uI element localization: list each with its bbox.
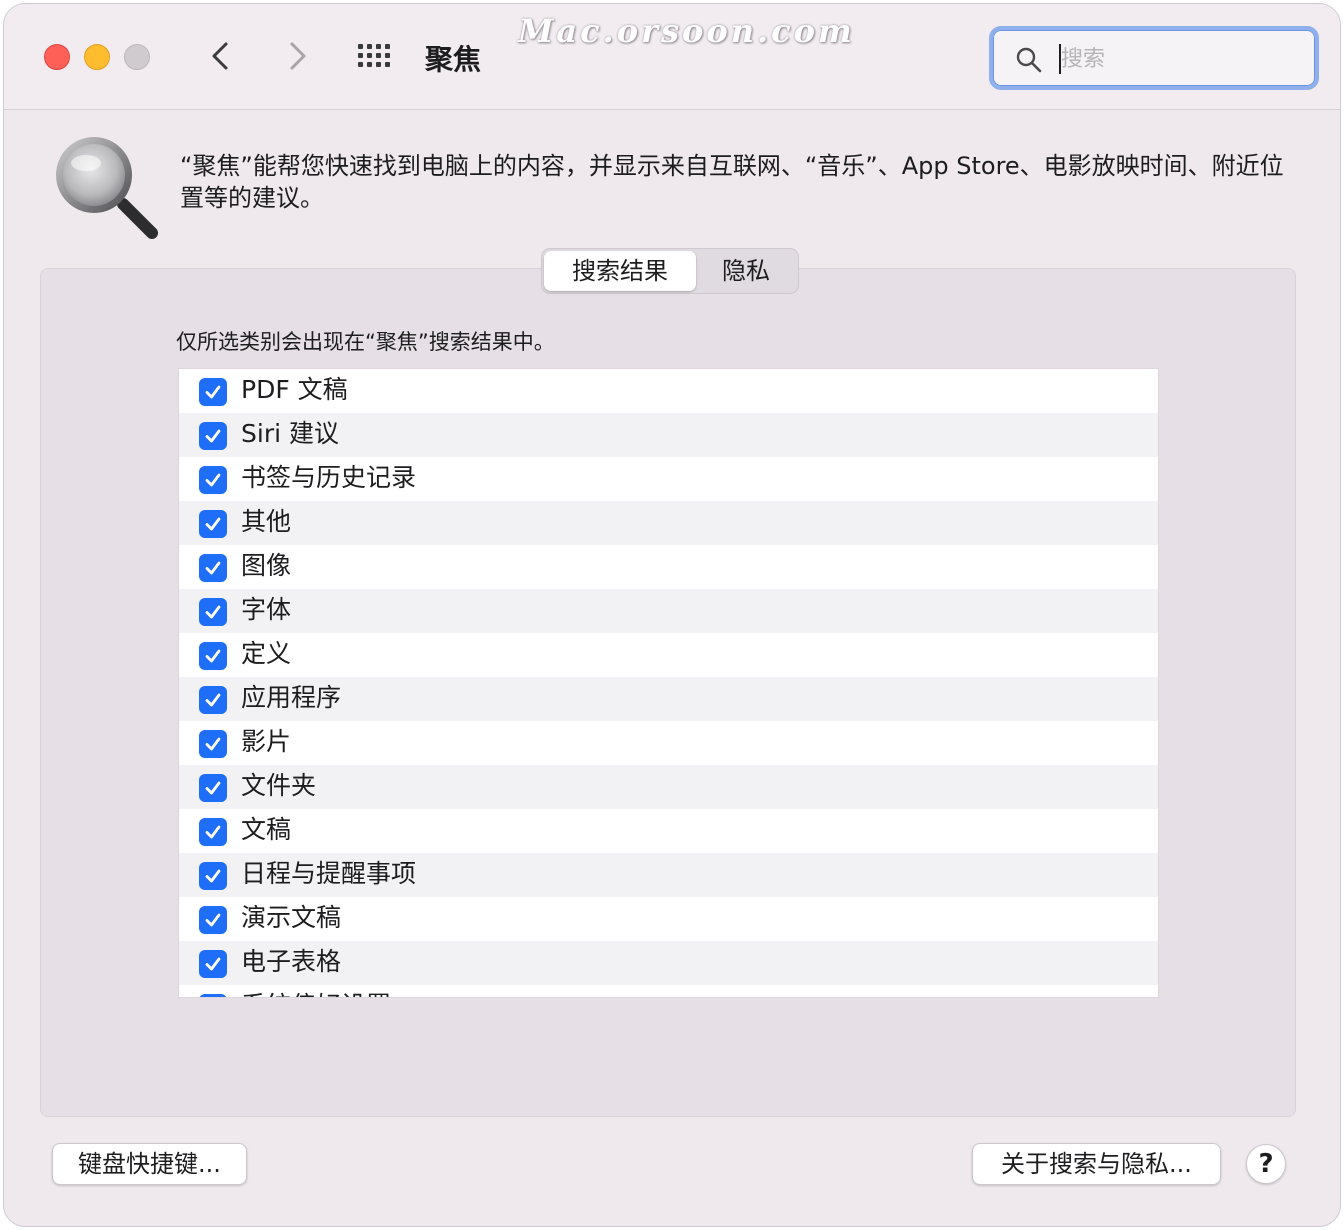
checkmark-icon [205, 781, 221, 795]
checkmark-icon [205, 561, 221, 575]
list-item-label: 文稿 [241, 815, 292, 844]
list-item[interactable]: 文件夹 [179, 765, 1158, 809]
about-search-privacy-button[interactable]: 关于搜索与隐私... [972, 1143, 1221, 1185]
checkbox[interactable] [199, 818, 227, 846]
checkbox[interactable] [199, 510, 227, 538]
forward-button[interactable] [276, 36, 316, 76]
intro-text: “聚焦”能帮您快速找到电脑上的内容，并显示来自互联网、“音乐”、App Stor… [180, 152, 1284, 212]
keyboard-shortcuts-button[interactable]: 键盘快捷键... [52, 1143, 247, 1185]
list-item-label: 字体 [241, 595, 292, 624]
checkmark-icon [205, 473, 221, 487]
show-all-button[interactable] [354, 38, 394, 78]
list-item[interactable]: PDF 文稿 [179, 369, 1158, 413]
search-input[interactable] [1057, 42, 1306, 76]
checkbox[interactable] [199, 642, 227, 670]
list-item[interactable]: 系统偏好设置 [179, 985, 1158, 997]
list-item[interactable]: 文稿 [179, 809, 1158, 853]
list-item-label: 演示文稿 [241, 903, 342, 932]
list-item[interactable]: 定义 [179, 633, 1158, 677]
tab-control: 搜索结果 隐私 [541, 248, 799, 294]
checkbox[interactable] [199, 906, 227, 934]
grid-icon [358, 44, 390, 67]
tab-privacy[interactable]: 隐私 [696, 251, 796, 291]
list-item[interactable]: 其他 [179, 501, 1158, 545]
list-item-label: PDF 文稿 [241, 375, 348, 404]
list-item[interactable]: 演示文稿 [179, 897, 1158, 941]
checkbox[interactable] [199, 686, 227, 714]
minimize-button[interactable] [84, 44, 110, 70]
spotlight-magnifier-icon [56, 137, 158, 239]
chevron-right-icon [290, 42, 306, 70]
list-item-label: 书签与历史记录 [241, 463, 417, 492]
checkbox[interactable] [199, 554, 227, 582]
list-item[interactable]: 电子表格 [179, 941, 1158, 985]
back-button[interactable] [202, 36, 242, 76]
checkbox[interactable] [199, 598, 227, 626]
list-item-label: 应用程序 [241, 683, 342, 712]
list-item-label: 文件夹 [241, 771, 317, 800]
list-item-label: Siri 建议 [241, 419, 339, 448]
zoom-button[interactable] [124, 44, 150, 70]
checkmark-icon [205, 385, 221, 399]
checkmark-icon [205, 605, 221, 619]
search-field[interactable] [989, 26, 1319, 90]
watermark: Mac.orsoon.com [518, 12, 855, 50]
checkmark-icon [205, 869, 221, 883]
checkbox[interactable] [199, 422, 227, 450]
checkmark-icon [205, 957, 221, 971]
category-note: 仅所选类别会出现在“聚焦”搜索结果中。 [176, 330, 555, 354]
close-button[interactable] [44, 44, 70, 70]
list-item[interactable]: 书签与历史记录 [179, 457, 1158, 501]
checkbox[interactable] [199, 950, 227, 978]
checkmark-icon [205, 429, 221, 443]
checkbox[interactable] [199, 378, 227, 406]
window-title: 聚焦 [425, 43, 482, 76]
category-list[interactable]: PDF 文稿 Siri 建议 书签与历史记录 其他 图像 字体 定义 应用程序 … [178, 368, 1159, 998]
checkmark-icon [205, 737, 221, 751]
checkbox[interactable] [199, 730, 227, 758]
list-item[interactable]: Siri 建议 [179, 413, 1158, 457]
list-item[interactable]: 应用程序 [179, 677, 1158, 721]
list-item[interactable]: 图像 [179, 545, 1158, 589]
checkbox[interactable] [199, 994, 227, 997]
list-item[interactable]: 日程与提醒事项 [179, 853, 1158, 897]
checkmark-icon [205, 693, 221, 707]
checkbox[interactable] [199, 862, 227, 890]
list-item-label: 日程与提醒事项 [241, 859, 417, 888]
tab-search-results[interactable]: 搜索结果 [544, 251, 696, 291]
list-item-label: 定义 [241, 639, 292, 668]
title-bar: 聚焦 Mac.orsoon.com [4, 4, 1340, 110]
list-item-label: 系统偏好设置 [241, 989, 391, 997]
list-item-label: 其他 [241, 507, 292, 536]
checkbox[interactable] [199, 774, 227, 802]
help-button[interactable]: ? [1246, 1144, 1286, 1184]
text-caret [1059, 44, 1061, 74]
list-item-label: 图像 [241, 551, 292, 580]
checkmark-icon [205, 825, 221, 839]
checkbox[interactable] [199, 466, 227, 494]
checkmark-icon [205, 913, 221, 927]
chevron-left-icon [212, 42, 228, 70]
checkmark-icon [205, 649, 221, 663]
checkmark-icon [205, 517, 221, 531]
search-icon [1016, 47, 1042, 73]
list-item-label: 影片 [241, 727, 292, 756]
list-item[interactable]: 影片 [179, 721, 1158, 765]
list-item-label: 电子表格 [241, 947, 342, 976]
list-item[interactable]: 字体 [179, 589, 1158, 633]
